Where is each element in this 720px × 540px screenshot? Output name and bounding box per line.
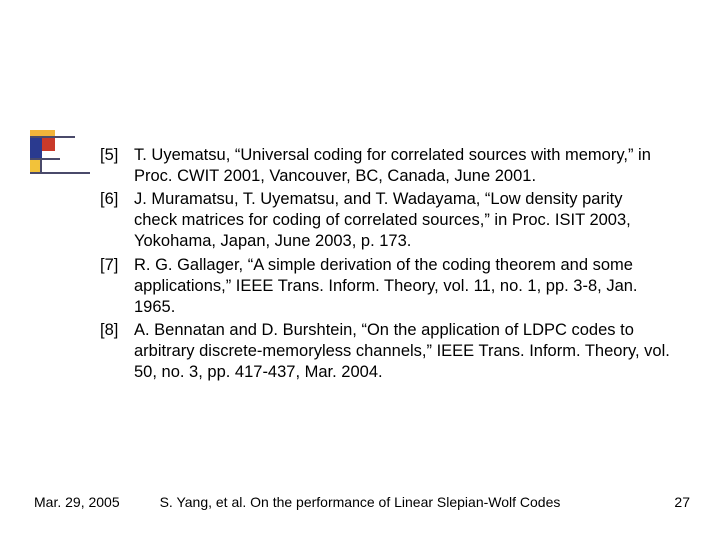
reference-item: [7] R. G. Gallager, “A simple derivation…: [100, 255, 670, 318]
footer-page-number: 27: [674, 494, 690, 510]
reference-number: [6]: [100, 189, 134, 252]
reference-text: J. Muramatsu, T. Uyematsu, and T. Wadaya…: [134, 189, 670, 252]
reference-text: R. G. Gallager, “A simple derivation of …: [134, 255, 670, 318]
footer-date: Mar. 29, 2005: [34, 494, 120, 510]
reference-number: [5]: [100, 145, 134, 187]
reference-number: [7]: [100, 255, 134, 318]
reference-item: [8] A. Bennatan and D. Burshtein, “On th…: [100, 320, 670, 383]
reference-text: T. Uyematsu, “Universal coding for corre…: [134, 145, 670, 187]
slide-footer: S. Yang, et al. On the performance of Li…: [0, 494, 720, 514]
reference-item: [5] T. Uyematsu, “Universal coding for c…: [100, 145, 670, 187]
slide-logo: [30, 130, 75, 175]
reference-number: [8]: [100, 320, 134, 383]
reference-item: [6] J. Muramatsu, T. Uyematsu, and T. Wa…: [100, 189, 670, 252]
reference-text: A. Bennatan and D. Burshtein, “On the ap…: [134, 320, 670, 383]
references-block: [5] T. Uyematsu, “Universal coding for c…: [100, 145, 670, 385]
